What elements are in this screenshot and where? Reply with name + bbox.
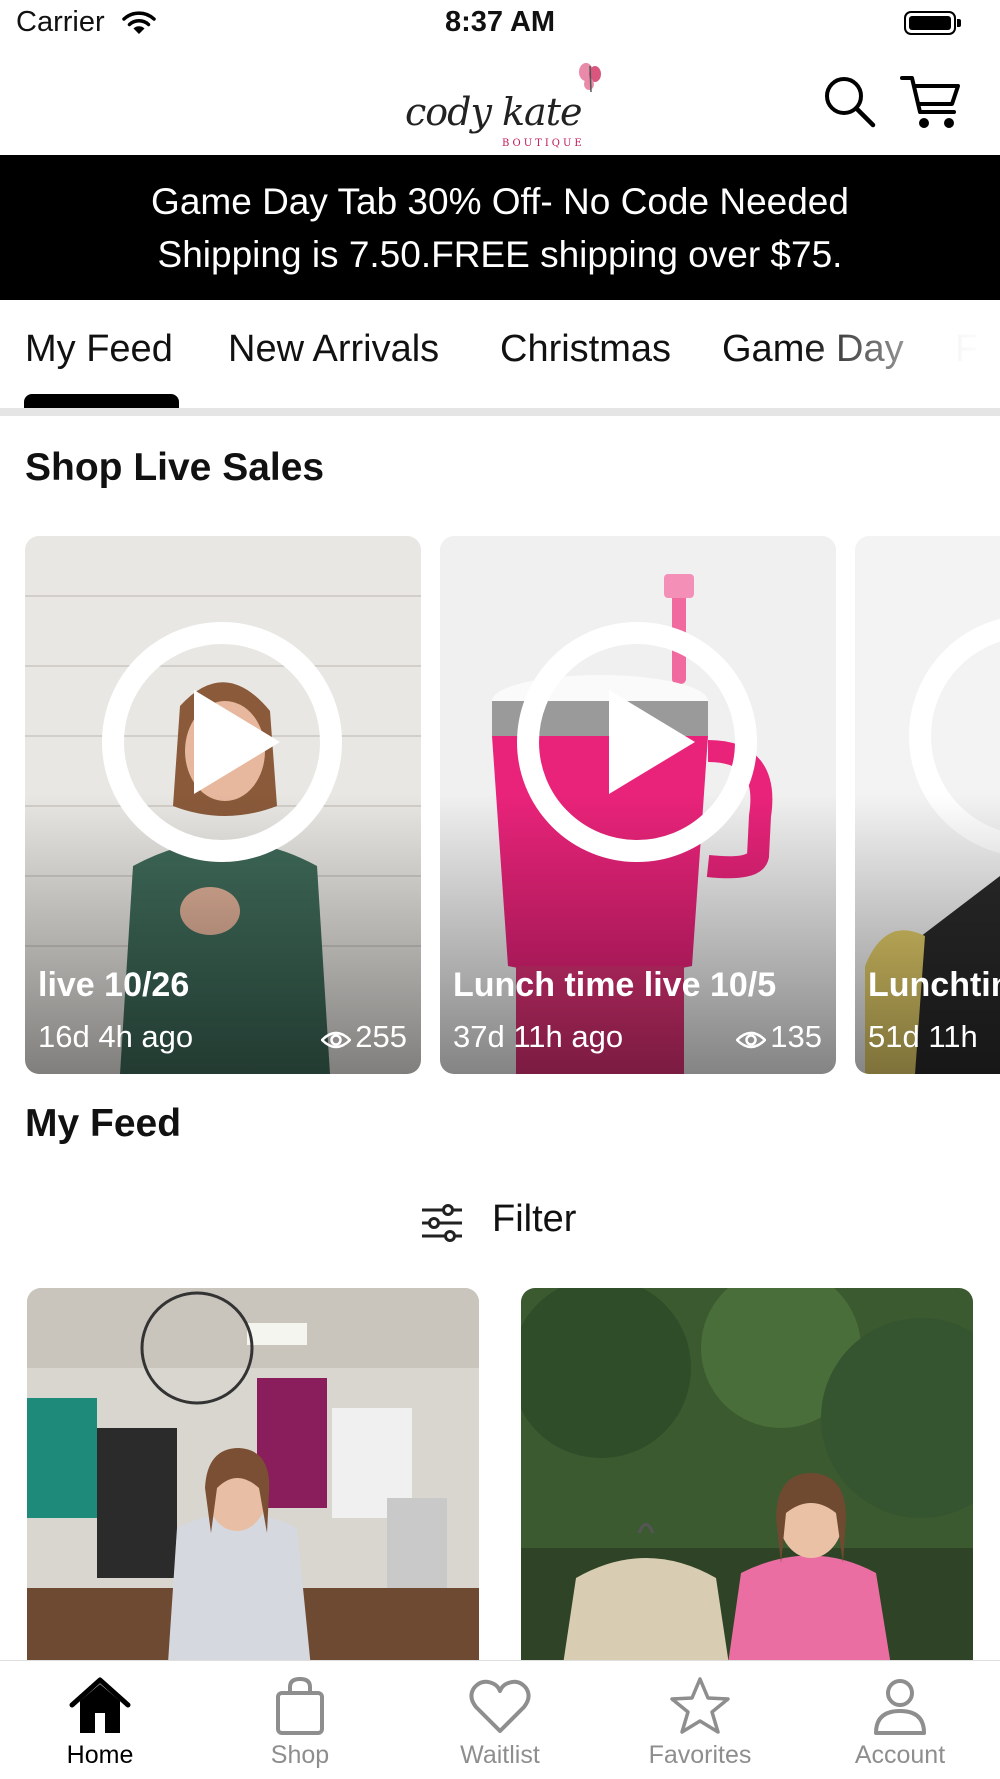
live-age: 51d 11h <box>868 1019 978 1054</box>
promo-line-1: Game Day Tab 30% Off- No Code Needed <box>151 181 849 222</box>
tab-next-partial[interactable]: F <box>955 328 978 371</box>
tab-game-day[interactable]: Game Day <box>722 328 904 371</box>
live-views: 255 <box>320 1019 407 1055</box>
live-title: live 10/26 <box>38 966 190 1004</box>
app-header: cody kate BOUTIQUE <box>0 50 1000 155</box>
feed-card[interactable] <box>521 1288 973 1678</box>
filter-icon <box>422 1204 462 1242</box>
live-views-count: 255 <box>355 1019 407 1054</box>
tab-shop[interactable]: Shop <box>200 1661 400 1779</box>
tab-favorites[interactable]: Favorites <box>600 1661 800 1779</box>
search-icon <box>825 77 876 128</box>
live-sale-card[interactable]: Lunch time live 10/5 37d 11h ago 135 <box>440 536 836 1074</box>
eye-icon <box>735 1031 768 1049</box>
home-icon <box>69 1677 131 1733</box>
eye-icon <box>320 1031 353 1049</box>
play-icon <box>517 622 757 862</box>
tab-shop-label: Shop <box>270 1741 330 1769</box>
live-sales-title: Shop Live Sales <box>25 446 325 489</box>
promo-banner[interactable]: Game Day Tab 30% Off- No Code Needed Shi… <box>0 155 1000 300</box>
my-feed-title: My Feed <box>25 1102 182 1145</box>
tab-my-feed[interactable]: My Feed <box>25 328 173 371</box>
promo-line-2: Shipping is 7.50.FREE shipping over $75. <box>157 234 843 275</box>
tab-account-label: Account <box>854 1741 946 1769</box>
feed-image <box>27 1288 479 1678</box>
live-views: 135 <box>735 1019 822 1055</box>
tab-waitlist-label: Waitlist <box>460 1741 540 1769</box>
bottom-tab-bar: Home Shop Waitlist Favorites Account <box>0 1660 1000 1779</box>
live-age: 37d 11h ago <box>453 1019 624 1054</box>
live-title: Lunchtime <box>868 966 1000 1004</box>
logo-subtext: BOUTIQUE <box>502 138 585 149</box>
person-icon <box>874 1679 926 1735</box>
tab-home[interactable]: Home <box>0 1661 200 1779</box>
status-time: 8:37 AM <box>444 6 556 38</box>
status-bar: Carrier 8:37 AM <box>0 0 1000 50</box>
battery-icon <box>904 11 961 35</box>
live-views-count: 135 <box>770 1019 822 1054</box>
bag-icon <box>276 1676 324 1735</box>
filter-label: Filter <box>492 1198 577 1240</box>
search-button[interactable] <box>822 74 878 130</box>
feed-card[interactable] <box>27 1288 479 1678</box>
tab-new-arrivals[interactable]: New Arrivals <box>228 328 439 371</box>
star-icon <box>670 1677 730 1734</box>
tab-home-label: Home <box>66 1741 134 1769</box>
tab-waitlist[interactable]: Waitlist <box>400 1661 600 1779</box>
live-sale-card[interactable]: Lunchtime 51d 11h <box>855 536 1000 1074</box>
live-sale-card[interactable]: live 10/26 16d 4h ago 255 <box>25 536 421 1074</box>
logo-text: cody kate <box>405 90 582 134</box>
cart-button[interactable] <box>900 70 964 134</box>
feed-image <box>521 1288 973 1678</box>
play-icon <box>102 622 342 862</box>
heart-icon <box>469 1679 531 1733</box>
brand-logo[interactable]: cody kate BOUTIQUE <box>395 60 615 150</box>
tab-account[interactable]: Account <box>800 1661 1000 1779</box>
live-title: Lunch time live 10/5 <box>453 966 777 1004</box>
live-age: 16d 4h ago <box>38 1019 194 1054</box>
tab-christmas[interactable]: Christmas <box>500 328 671 371</box>
butterfly-icon <box>579 63 601 93</box>
cart-icon <box>900 76 960 128</box>
tabs-divider <box>0 408 1000 416</box>
active-tab-indicator <box>24 394 179 408</box>
tab-favorites-label: Favorites <box>648 1741 752 1769</box>
category-tabs: My Feed New Arrivals Christmas Game Day … <box>0 300 1000 416</box>
